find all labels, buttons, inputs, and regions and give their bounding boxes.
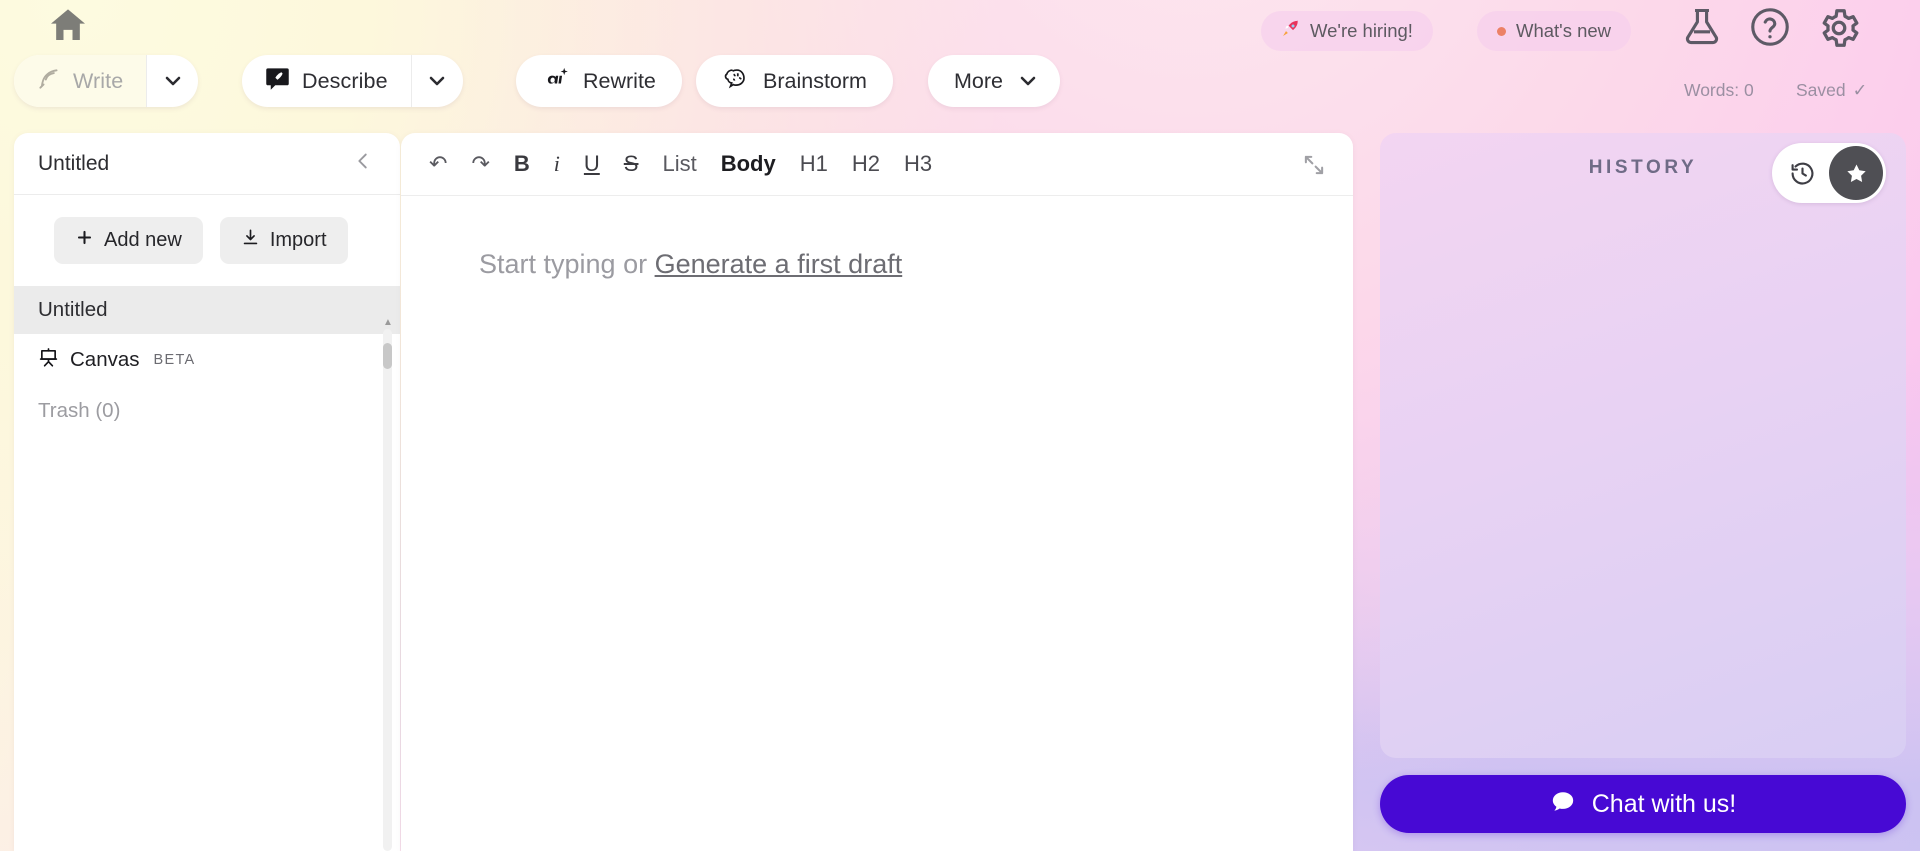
write-caret-button[interactable] [146,55,198,107]
body-style-button[interactable]: Body [721,153,776,175]
write-tool-group[interactable]: Write [14,55,199,107]
whats-new-pill[interactable]: What's new [1477,11,1632,51]
whats-new-label: What's new [1516,20,1612,41]
home-icon[interactable] [46,5,90,45]
editor-content-area[interactable]: Start typing or Generate a first draft [401,196,1353,280]
more-label: More [954,68,1003,93]
history-panel: HISTORY [1380,133,1906,758]
more-button[interactable]: More [928,55,1060,107]
italic-button[interactable]: i [554,153,560,175]
describe-icon [264,65,291,97]
rewrite-icon [542,65,572,97]
add-new-label: Add new [104,229,182,251]
settings-gear-icon[interactable] [1816,5,1862,56]
generate-first-draft-link[interactable]: Generate a first draft [655,249,903,279]
lab-flask-icon[interactable] [1680,5,1724,54]
chat-with-us-button[interactable]: Chat with us! [1380,775,1906,833]
chat-label: Chat with us! [1591,789,1737,818]
check-icon: ✓ [1852,80,1868,100]
h1-button[interactable]: H1 [800,153,828,175]
document-editor: ↶ ↷ B i U S List Body H1 H2 H3 Start typ… [401,133,1353,851]
hiring-label: We're hiring! [1310,20,1413,41]
write-label: Write [73,68,124,93]
sidebar-item-canvas[interactable]: Canvas BETA [14,334,400,386]
write-button[interactable]: Write [14,55,147,107]
scrollbar-thumb[interactable] [383,343,392,369]
plus-icon [75,228,94,253]
underline-button[interactable]: U [584,153,600,175]
saved-label: Saved [1796,80,1846,100]
rewrite-button[interactable]: Rewrite [516,55,682,107]
strikethrough-button[interactable]: S [624,153,639,175]
tab-history[interactable] [1775,146,1829,200]
brain-icon [722,65,752,97]
bold-button[interactable]: B [514,153,530,175]
brainstorm-label: Brainstorm [763,68,867,93]
orange-dot-icon [1497,26,1506,36]
editor-toolbar: ↶ ↷ B i U S List Body H1 H2 H3 [401,133,1353,196]
help-circle-icon[interactable] [1748,5,1792,54]
redo-button[interactable]: ↷ [471,153,489,175]
list-button[interactable]: List [662,153,696,175]
chat-bubble-icon [1550,789,1576,820]
brainstorm-button[interactable]: Brainstorm [696,55,893,107]
sidebar-project-title: Untitled [38,151,110,175]
sidebar-document-list: Untitled Canvas BETA Trash (0) [14,286,400,436]
undo-button[interactable]: ↶ [429,153,447,175]
chevron-down-icon [1020,76,1036,86]
import-label: Import [269,229,327,251]
rocket-icon [1281,19,1300,43]
import-button[interactable]: Import [219,217,348,264]
chevron-down-icon [165,76,181,86]
clock-history-icon [1791,162,1813,185]
describe-caret-button[interactable] [410,55,463,107]
sidebar-item-trash[interactable]: Trash (0) [14,386,400,436]
expand-diagonal-icon[interactable] [1301,152,1327,183]
tab-starred[interactable] [1829,146,1883,200]
saved-status[interactable]: Saved ✓ [1796,80,1867,101]
history-tab-toggle [1772,143,1886,203]
h3-button[interactable]: H3 [904,153,932,175]
download-icon [241,228,260,253]
chevron-down-icon [429,76,445,86]
describe-button[interactable]: Describe [242,55,411,107]
sidebar-scrollbar[interactable]: ▲ ▼ [383,317,393,851]
beta-badge: BETA [153,352,196,368]
sidebar-item-untitled[interactable]: Untitled [14,286,400,334]
trash-label: Trash (0) [38,399,121,422]
scroll-up-arrow-icon[interactable]: ▲ [383,317,393,328]
feather-icon [36,66,62,97]
sidebar-header: Untitled [14,133,400,195]
sidebar-item-label: Untitled [38,298,108,321]
placeholder-prefix: Start typing or [479,249,655,279]
chevron-left-icon[interactable] [344,146,382,181]
describe-label: Describe [302,68,388,93]
h2-button[interactable]: H2 [852,153,880,175]
word-count: Words: 0 [1684,80,1754,100]
sidebar-actions: Add new Import [14,195,400,286]
rewrite-label: Rewrite [583,68,656,93]
easel-icon [38,347,59,374]
add-new-button[interactable]: Add new [54,217,203,264]
hiring-pill[interactable]: We're hiring! [1261,11,1433,51]
sidebar-item-label: Canvas [70,348,140,371]
editor-placeholder: Start typing or Generate a first draft [479,249,1353,280]
describe-tool-group[interactable]: Describe [242,55,463,107]
document-sidebar: Untitled Add new Import Untitled Canvas … [14,133,400,851]
top-bar: Write Describe Rewrite Brainstorm More W… [0,0,1920,123]
star-icon [1846,163,1866,182]
